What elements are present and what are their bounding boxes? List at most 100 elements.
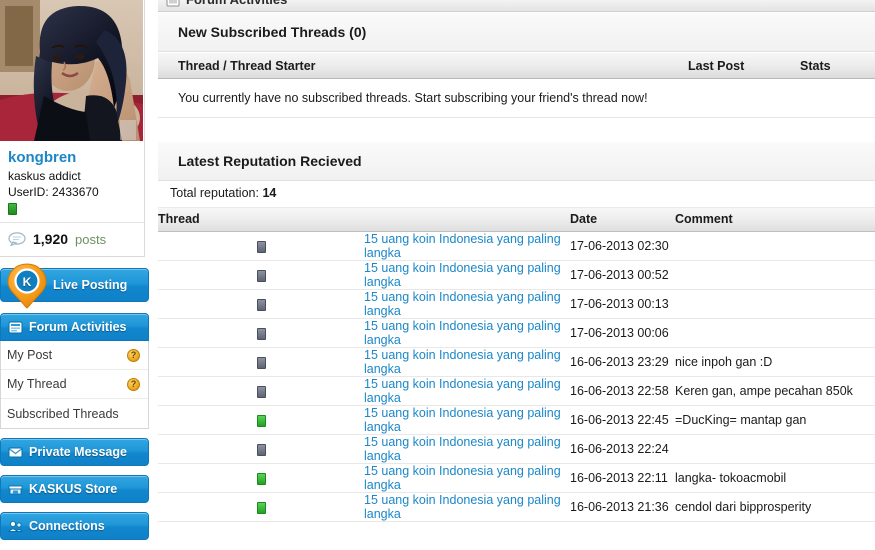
row-comment-cell [675,231,875,261]
subscribed-threads-empty-message: You currently have no subscribed threads… [158,79,875,118]
row-status-cell [158,492,364,522]
row-date-cell: 17-06-2013 00:06 [570,318,675,348]
row-thread-cell: 15 uang koin Indonesia yang paling langk… [364,289,570,319]
column-header-last-post: Last Post [688,58,745,73]
table-row: 15 uang koin Indonesia yang paling langk… [158,260,875,290]
thread-link[interactable]: 15 uang koin Indonesia yang paling langk… [364,464,561,492]
thread-read-icon [256,356,266,369]
row-thread-cell: 15 uang koin Indonesia yang paling langk… [364,260,570,290]
sidebar-item-connections[interactable]: Connections [0,512,149,540]
sidebar-item-subscribed-threads[interactable]: Subscribed Threads [1,399,148,428]
row-status-cell [158,347,364,377]
sidebar-item-live-posting[interactable]: K Live Posting [0,263,149,309]
sidebar-item-label-my-post: My Post [7,348,53,362]
sidebar-item-private-message[interactable]: Private Message [0,438,149,466]
row-comment-cell [675,434,875,464]
sidebar-item-kaskus-store[interactable]: KASKUS Store [0,475,149,503]
row-comment-cell: cendol dari bipprosperity [675,492,875,522]
row-thread-cell: 15 uang koin Indonesia yang paling langk… [364,405,570,435]
thread-link[interactable]: 15 uang koin Indonesia yang paling langk… [364,377,561,405]
row-comment-cell [675,318,875,348]
thread-link[interactable]: 15 uang koin Indonesia yang paling langk… [364,406,561,434]
row-comment-cell: Keren gan, ampe pecahan 850k [675,376,875,406]
avatar-image [0,0,143,141]
sidebar-item-label-private-message: Private Message [29,445,127,459]
row-comment-cell: langka- tokoacmobil [675,463,875,493]
sidebar-item-my-post[interactable]: My Post ? [1,341,148,370]
svg-text:K: K [23,275,32,289]
posts-row: 1,920 posts [0,222,145,256]
forum-activities-icon [8,321,23,333]
thread-new-posts-icon [256,501,266,514]
reputation-table: Thread Date Comment 15 uang koin Indones… [158,206,875,522]
column-header-stats: Stats [800,58,831,73]
speech-bubble-icon [8,232,26,246]
reputation-panel: Latest Reputation Recieved Total reputat… [158,141,875,523]
sidebar-item-label-live-posting: Live Posting [53,278,128,292]
row-date-cell: 16-06-2013 22:58 [570,376,675,406]
row-status-cell [158,405,364,435]
row-thread-cell: 15 uang koin Indonesia yang paling langk… [364,231,570,261]
row-comment-cell [675,289,875,319]
envelope-icon [8,447,23,457]
sidebar-item-label-connections: Connections [29,519,105,533]
thread-link[interactable]: 15 uang koin Indonesia yang paling langk… [364,319,561,347]
total-reputation-value: 14 [262,186,277,200]
subscribed-threads-title: New Subscribed Threads (0) [158,12,875,52]
row-status-cell [158,434,364,464]
table-row: 15 uang koin Indonesia yang paling langk… [158,231,875,261]
profile-info: kongbren kaskus addict UserID: 2433670 [0,141,144,222]
posts-label: posts [75,231,107,247]
thread-link[interactable]: 15 uang koin Indonesia yang paling langk… [364,493,561,521]
thread-read-icon [256,298,266,311]
thread-link[interactable]: 15 uang koin Indonesia yang paling langk… [364,261,561,289]
reputation-table-body: 15 uang koin Indonesia yang paling langk… [158,231,875,522]
row-comment-cell: nice inpoh gan :D [675,347,875,377]
column-header-date: Date [570,206,675,232]
row-status-cell [158,289,364,319]
reputation-title: Latest Reputation Recieved [158,141,875,181]
row-status-cell [158,231,364,261]
row-comment-cell [675,260,875,290]
profile-userid: UserID: 2433670 [8,185,99,199]
row-status-cell [158,376,364,406]
thread-link[interactable]: 15 uang koin Indonesia yang paling langk… [364,348,561,376]
table-row: 15 uang koin Indonesia yang paling langk… [158,405,875,435]
row-status-cell [158,318,364,348]
total-reputation: Total reputation: 14 [158,181,875,206]
sidebar-item-label-subscribed-threads: Subscribed Threads [7,406,119,421]
help-question-icon[interactable]: ? [127,377,140,391]
sidebar-item-label-my-thread: My Thread [7,377,67,391]
profile-usertitle: kaskus addict [8,169,81,183]
live-posting-pin-icon: K [7,263,47,309]
thread-link[interactable]: 15 uang koin Indonesia yang paling langk… [364,290,561,318]
forum-activities-header-icon [166,0,180,7]
store-cart-icon [8,485,23,494]
page-root: kongbren kaskus addict UserID: 2433670 1… [0,0,875,550]
profile-username[interactable]: kongbren [8,148,136,167]
subscribed-threads-panel: New Subscribed Threads (0) Thread / Thre… [158,12,875,119]
section-spacer [158,119,875,141]
row-status-cell [158,463,364,493]
row-thread-cell: 15 uang koin Indonesia yang paling langk… [364,434,570,464]
subscribed-threads-header-row: Thread / Thread Starter Last Post Stats [158,52,875,79]
thread-link[interactable]: 15 uang koin Indonesia yang paling langk… [364,232,561,260]
help-question-icon[interactable]: ? [127,348,140,362]
thread-new-posts-icon [256,472,266,485]
row-date-cell: 16-06-2013 21:36 [570,492,675,522]
sidebar-item-forum-activities[interactable]: Forum Activities [0,313,149,341]
thread-read-icon [256,269,266,282]
table-row: 15 uang koin Indonesia yang paling langk… [158,289,875,319]
row-thread-cell: 15 uang koin Indonesia yang paling langk… [364,463,570,493]
forum-activities-submenu: My Post ? My Thread ? Subscribed Threads [0,341,149,429]
reputation-table-header-row: Thread Date Comment [158,206,875,232]
profile-card: kongbren kaskus addict UserID: 2433670 1… [0,0,145,257]
row-date-cell: 17-06-2013 00:13 [570,289,675,319]
thread-link[interactable]: 15 uang koin Indonesia yang paling langk… [364,435,561,463]
posts-count: 1,920 [33,231,69,247]
user-avatar-photo[interactable] [0,0,143,141]
sidebar-item-my-thread[interactable]: My Thread ? [1,370,148,399]
row-date-cell: 16-06-2013 22:24 [570,434,675,464]
forum-activities-header-label: Forum Activities [186,0,287,7]
row-thread-cell: 15 uang koin Indonesia yang paling langk… [364,376,570,406]
